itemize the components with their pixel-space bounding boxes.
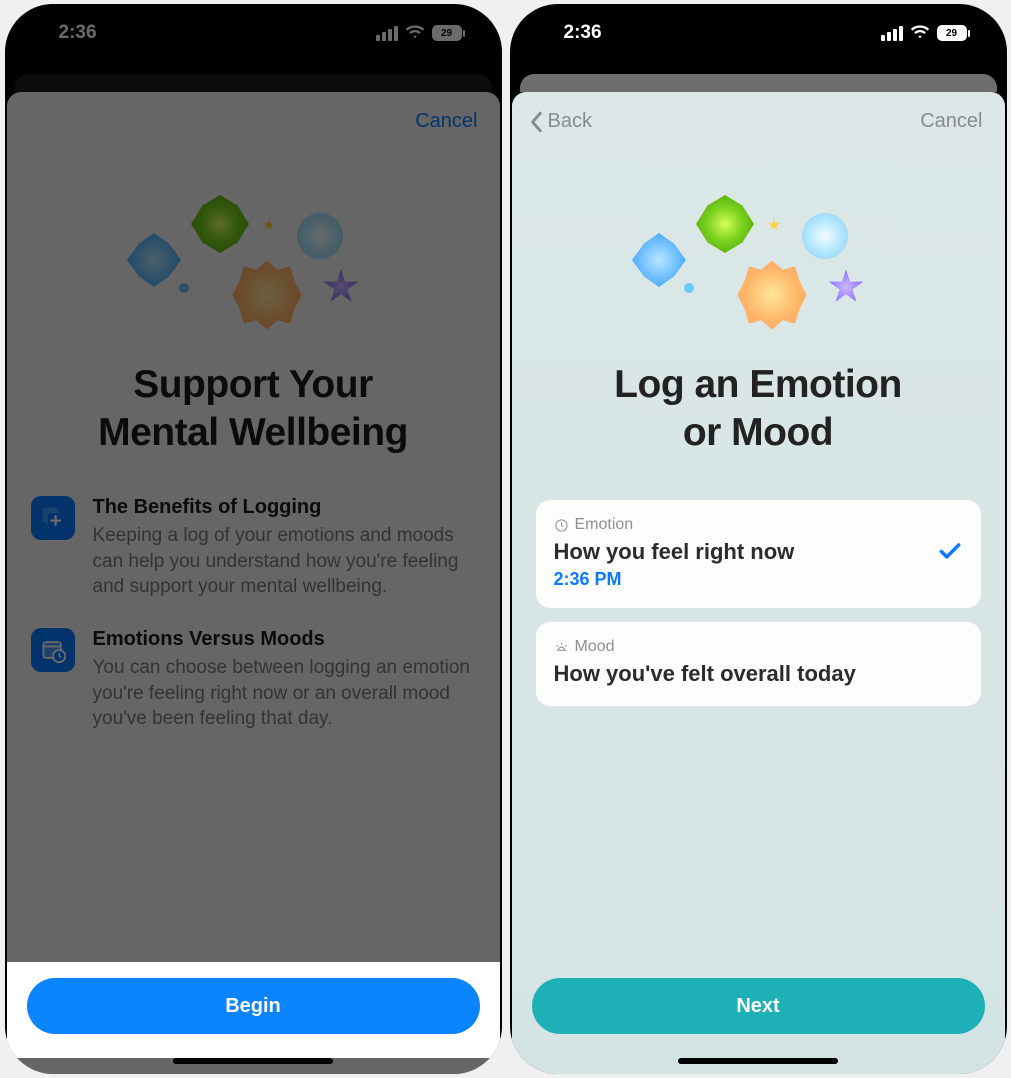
home-indicator[interactable] bbox=[678, 1058, 838, 1064]
cancel-button[interactable]: Cancel bbox=[920, 110, 982, 133]
sheet-stack-hint bbox=[520, 74, 997, 92]
next-button[interactable]: Next bbox=[532, 978, 985, 1034]
checkmark-icon bbox=[937, 538, 963, 569]
feature-body: Keeping a log of your emotions and moods… bbox=[93, 523, 476, 600]
wifi-icon bbox=[910, 24, 930, 42]
page-title: Log an Emotionor Mood bbox=[512, 361, 1005, 456]
hero-illustration bbox=[7, 133, 500, 343]
feature-body: You can choose between logging an emotio… bbox=[93, 655, 476, 732]
bottom-bar: Next bbox=[512, 962, 1005, 1058]
plus-docs-icon bbox=[31, 496, 75, 540]
back-button[interactable]: Back bbox=[530, 110, 592, 133]
wifi-icon bbox=[405, 24, 425, 42]
option-title: How you've felt overall today bbox=[554, 660, 963, 689]
feature-heading: The Benefits of Logging bbox=[93, 496, 476, 519]
flowers-icon bbox=[123, 183, 383, 343]
option-time: 2:36 PM bbox=[554, 569, 963, 590]
nav-bar: Back Cancel bbox=[512, 92, 1005, 133]
feature-list: The Benefits of Logging Keeping a log of… bbox=[7, 456, 500, 760]
hero-illustration bbox=[512, 133, 1005, 343]
page-title: Support YourMental Wellbeing bbox=[7, 361, 500, 456]
cellular-icon bbox=[881, 26, 903, 41]
flowers-icon bbox=[628, 183, 888, 343]
back-label: Back bbox=[548, 110, 592, 133]
feature-heading: Emotions Versus Moods bbox=[93, 628, 476, 651]
status-time: 2:36 bbox=[564, 22, 602, 44]
clock-icon bbox=[554, 518, 569, 533]
bottom-bar: Begin bbox=[7, 962, 500, 1058]
feature-emotions-vs-moods: Emotions Versus Moods You can choose bet… bbox=[31, 628, 476, 732]
begin-button[interactable]: Begin bbox=[27, 978, 480, 1034]
status-time: 2:36 bbox=[59, 22, 97, 44]
option-mood[interactable]: Mood How you've felt overall today bbox=[536, 622, 981, 707]
cellular-icon bbox=[376, 26, 398, 41]
option-title: How you feel right now bbox=[554, 538, 963, 567]
screen-log-emotion-mood: 2:36 29 Back Cancel bbox=[510, 4, 1007, 1074]
sunrise-icon bbox=[554, 639, 569, 654]
status-indicators: 29 bbox=[376, 24, 462, 42]
status-bar: 2:36 29 bbox=[5, 4, 502, 62]
battery-icon: 29 bbox=[432, 25, 462, 41]
feature-benefits: The Benefits of Logging Keeping a log of… bbox=[31, 496, 476, 600]
cancel-button[interactable]: Cancel bbox=[415, 110, 477, 133]
sheet-stack-hint bbox=[15, 74, 492, 92]
option-emotion[interactable]: Emotion How you feel right now 2:36 PM bbox=[536, 500, 981, 608]
calendar-clock-icon bbox=[31, 628, 75, 672]
chevron-left-icon bbox=[530, 111, 544, 133]
battery-icon: 29 bbox=[937, 25, 967, 41]
option-list: Emotion How you feel right now 2:36 PM M… bbox=[512, 456, 1005, 706]
nav-bar: Cancel bbox=[7, 92, 500, 133]
status-indicators: 29 bbox=[881, 24, 967, 42]
screen-support-wellbeing: 2:36 29 Cancel Support YourMental bbox=[5, 4, 502, 1074]
status-bar: 2:36 29 bbox=[510, 4, 1007, 62]
home-indicator[interactable] bbox=[173, 1058, 333, 1064]
option-label: Emotion bbox=[554, 516, 963, 534]
option-label: Mood bbox=[554, 638, 963, 656]
modal-sheet: Back Cancel Log an Emotionor Mood Emotio… bbox=[512, 92, 1005, 1074]
modal-sheet: Cancel Support YourMental Wellbeing The … bbox=[7, 92, 500, 1074]
